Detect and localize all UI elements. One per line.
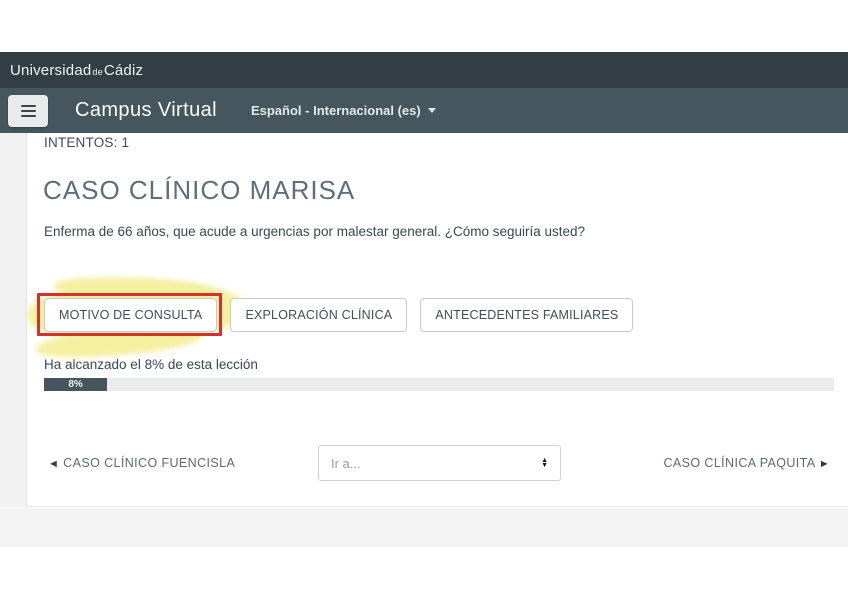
progress-label: Ha alcanzado el 8% de esta lección bbox=[44, 357, 258, 372]
answer-button-antecedentes-familiares[interactable]: ANTECEDENTES FAMILIARES bbox=[420, 298, 633, 332]
lesson-main: INTENTOS: 1 CASO CLÍNICO MARISA Enferma … bbox=[28, 133, 848, 507]
language-menu[interactable]: Español - Internacional (es) bbox=[251, 103, 436, 118]
jump-to-placeholder: Ir a... bbox=[331, 456, 361, 471]
language-label: Español - Internacional (es) bbox=[251, 103, 421, 118]
next-lesson-link[interactable]: CASO CLÍNICA PAQUITA ► bbox=[664, 456, 831, 470]
answer-button-exploracion-clinica[interactable]: EXPLORACIÓN CLÍNICA bbox=[230, 298, 407, 332]
brand-part-1: Universidad bbox=[10, 62, 91, 79]
brand-part-2: de bbox=[91, 67, 103, 77]
jump-to-select[interactable]: Ir a... ▲ ▼ bbox=[318, 445, 561, 481]
lesson-card: INTENTOS: 1 CASO CLÍNICO MARISA Enferma … bbox=[0, 133, 848, 507]
answer-buttons-row: MOTIVO DE CONSULTA EXPLORACIÓN CLÍNICA A… bbox=[44, 298, 633, 332]
brand-part-3: Cádiz bbox=[104, 62, 143, 79]
lesson-title: CASO CLÍNICO MARISA bbox=[43, 175, 355, 206]
hamburger-icon bbox=[21, 105, 36, 107]
menu-button[interactable] bbox=[8, 95, 48, 127]
next-lesson-label: CASO CLÍNICA PAQUITA bbox=[664, 456, 815, 470]
progress-bar: 8% bbox=[44, 378, 834, 391]
right-arrow-icon: ► bbox=[819, 458, 830, 470]
updown-arrows-icon: ▲ ▼ bbox=[541, 458, 548, 468]
progress-fill: 8% bbox=[44, 378, 107, 391]
answer-button-motivo-de-consulta[interactable]: MOTIVO DE CONSULTA bbox=[44, 298, 217, 332]
site-title[interactable]: Campus Virtual bbox=[75, 99, 217, 122]
left-arrow-icon: ◄ bbox=[48, 458, 59, 470]
footer-band bbox=[0, 508, 848, 547]
university-topbar: UniversidaddeCádiz bbox=[0, 52, 848, 88]
prev-lesson-link[interactable]: ◄ CASO CLÍNICO FUENCISLA bbox=[48, 456, 235, 470]
navbar: Campus Virtual Español - Internacional (… bbox=[0, 88, 848, 133]
nav-drawer-strip bbox=[0, 133, 27, 507]
lesson-description: Enferma de 66 años, que acude a urgencia… bbox=[44, 224, 585, 239]
university-brand[interactable]: UniversidaddeCádiz bbox=[10, 62, 143, 79]
attempts-label: INTENTOS: 1 bbox=[44, 135, 129, 150]
prev-lesson-label: CASO CLÍNICO FUENCISLA bbox=[63, 456, 235, 470]
caret-down-icon bbox=[428, 108, 436, 113]
